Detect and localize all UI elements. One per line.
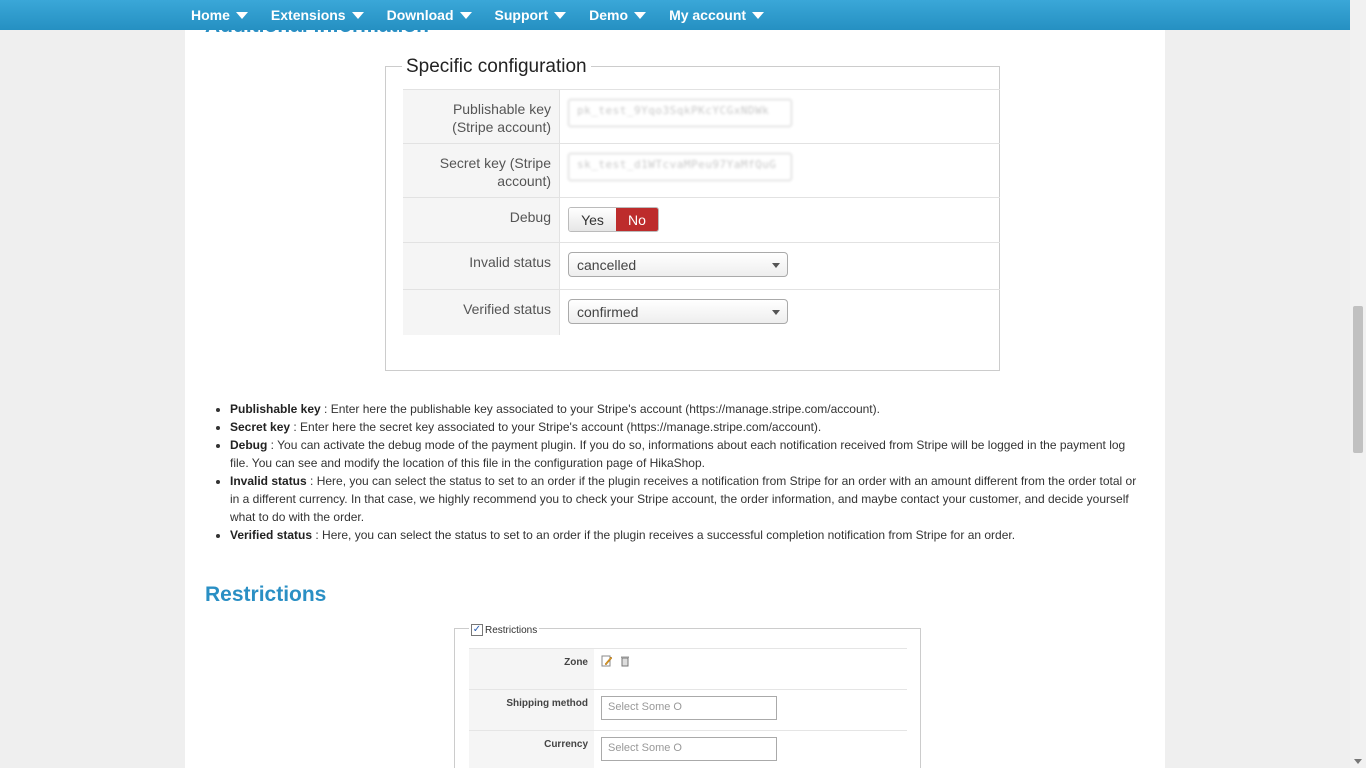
page-content: Additional information Specific configur… bbox=[185, 0, 1165, 768]
debug-no-button[interactable]: No bbox=[616, 208, 658, 231]
nav-item-label: Support bbox=[494, 7, 549, 23]
description-item: Debug : You can activate the debug mode … bbox=[230, 436, 1140, 472]
restrictions-legend-label: Restrictions bbox=[485, 624, 538, 636]
description-term: Verified status bbox=[230, 528, 313, 542]
scroll-down-arrow-icon[interactable] bbox=[1354, 759, 1362, 764]
top-navigation: Home Extensions Download Support Demo My… bbox=[0, 0, 1350, 30]
restriction-row-currency: Currency Select Some O bbox=[469, 730, 907, 768]
option-descriptions: Publishable key : Enter here the publish… bbox=[230, 400, 1140, 544]
caret-down-icon bbox=[235, 11, 248, 19]
caret-down-icon bbox=[554, 11, 567, 19]
currency-select[interactable]: Select Some O bbox=[601, 737, 777, 761]
caret-down-icon bbox=[752, 11, 765, 19]
scrollbar-thumb[interactable] bbox=[1353, 306, 1363, 453]
publishable-key-label: Publishable key (Stripe account) bbox=[403, 90, 560, 143]
caret-down-icon bbox=[634, 11, 647, 19]
description-text: : Enter here the secret key associated t… bbox=[290, 420, 822, 434]
nav-item-label: Extensions bbox=[270, 7, 346, 23]
description-term: Secret key bbox=[230, 420, 291, 434]
debug-yes-button[interactable]: Yes bbox=[569, 208, 616, 231]
description-item: Publishable key : Enter here the publish… bbox=[230, 400, 1140, 418]
description-text: : You can activate the debug mode of the… bbox=[230, 438, 1126, 470]
description-term: Debug bbox=[230, 438, 268, 452]
nav-item-support[interactable]: Support bbox=[495, 0, 567, 30]
delete-icon[interactable] bbox=[619, 655, 631, 667]
currency-label: Currency bbox=[469, 731, 594, 768]
invalid-status-label: Invalid status bbox=[403, 243, 560, 289]
invalid-status-select[interactable]: cancelled bbox=[568, 252, 788, 277]
verified-status-label: Verified status bbox=[403, 290, 560, 335]
specific-configuration-fieldset: Specific configuration Publishable key (… bbox=[385, 56, 1000, 371]
restrictions-legend: ✓ Restrictions bbox=[469, 624, 540, 636]
shipping-method-select[interactable]: Select Some O bbox=[601, 696, 777, 720]
caret-down-icon bbox=[351, 11, 364, 19]
description-text: : Here, you can select the status to set… bbox=[230, 474, 1137, 524]
verified-status-value: confirmed bbox=[577, 304, 639, 320]
restriction-row-shipping-method: Shipping method Select Some O bbox=[469, 689, 907, 730]
publishable-key-input[interactable]: pk_test_9Yqo3SqkPKcYCGxNDWk bbox=[568, 99, 792, 127]
vertical-scrollbar[interactable] bbox=[1350, 0, 1366, 768]
restrictions-heading: Restrictions bbox=[205, 583, 327, 606]
description-item: Secret key : Enter here the secret key a… bbox=[230, 418, 1140, 436]
secret-key-label: Secret key (Stripe account) bbox=[403, 144, 560, 197]
restriction-row-zone: Zone bbox=[469, 648, 907, 689]
debug-toggle: Yes No bbox=[568, 207, 659, 232]
shipping-method-label: Shipping method bbox=[469, 690, 594, 730]
nav-item-demo[interactable]: Demo bbox=[589, 0, 647, 30]
nav-item-home[interactable]: Home bbox=[191, 0, 248, 30]
secret-key-input[interactable]: sk_test_d1WTcvaMPeu97YaMfQuG bbox=[568, 153, 792, 181]
description-text: : Enter here the publishable key associa… bbox=[320, 402, 880, 416]
restrictions-checkbox[interactable]: ✓ bbox=[471, 624, 483, 636]
edit-icon[interactable] bbox=[601, 655, 613, 667]
dropdown-arrow-icon bbox=[772, 310, 780, 315]
description-item: Verified status : Here, you can select t… bbox=[230, 526, 1140, 544]
config-row-verified-status: Verified status confirmed bbox=[403, 289, 1000, 335]
nav-item-label: Download bbox=[386, 7, 454, 23]
verified-status-select[interactable]: confirmed bbox=[568, 299, 788, 324]
invalid-status-value: cancelled bbox=[577, 257, 637, 273]
dropdown-arrow-icon bbox=[772, 263, 780, 268]
config-row-invalid-status: Invalid status cancelled bbox=[403, 242, 1000, 289]
nav-item-download[interactable]: Download bbox=[387, 0, 472, 30]
config-row-publishable-key: Publishable key (Stripe account) pk_test… bbox=[403, 89, 1000, 143]
nav-item-extensions[interactable]: Extensions bbox=[271, 0, 364, 30]
caret-down-icon bbox=[459, 11, 472, 19]
configuration-table: Publishable key (Stripe account) pk_test… bbox=[403, 89, 1000, 335]
description-item: Invalid status : Here, you can select th… bbox=[230, 472, 1140, 526]
nav-item-my-account[interactable]: My account bbox=[669, 0, 765, 30]
debug-label: Debug bbox=[403, 198, 560, 242]
config-row-secret-key: Secret key (Stripe account) sk_test_d1WT… bbox=[403, 143, 1000, 197]
restrictions-fieldset: ✓ Restrictions Zone Shipping method Sele… bbox=[454, 624, 921, 768]
nav-item-label: Home bbox=[191, 7, 230, 23]
nav-item-label: My account bbox=[669, 7, 747, 23]
nav-menu: Home Extensions Download Support Demo My… bbox=[191, 0, 787, 30]
fieldset-legend: Specific configuration bbox=[402, 56, 591, 78]
nav-item-label: Demo bbox=[589, 7, 629, 23]
config-row-debug: Debug Yes No bbox=[403, 197, 1000, 242]
description-term: Invalid status bbox=[230, 474, 307, 488]
description-term: Publishable key bbox=[230, 402, 321, 416]
zone-label: Zone bbox=[469, 649, 594, 689]
description-text: : Here, you can select the status to set… bbox=[312, 528, 1016, 542]
restrictions-table: Zone Shipping method Select Some O Curre… bbox=[469, 648, 907, 768]
